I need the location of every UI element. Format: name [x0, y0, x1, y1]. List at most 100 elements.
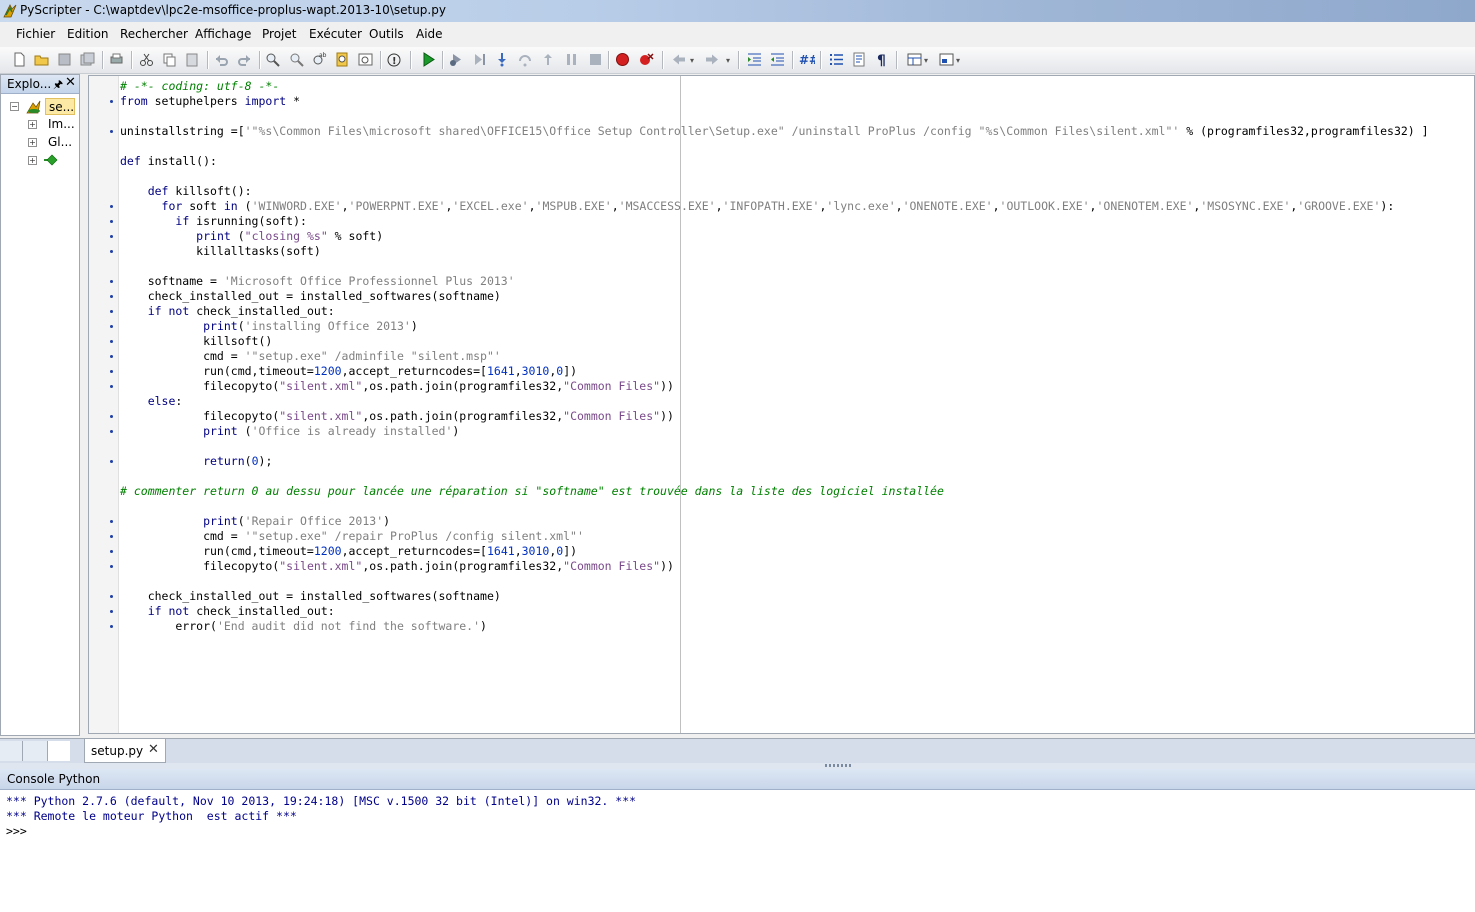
- paste-icon[interactable]: [184, 51, 201, 68]
- code-line[interactable]: def killsoft():: [120, 184, 1429, 199]
- code-line[interactable]: run(cmd,timeout=1200,accept_returncodes=…: [120, 544, 1429, 559]
- code-line[interactable]: print ("closing %s" % soft): [120, 229, 1429, 244]
- save-all-icon[interactable]: [79, 51, 96, 68]
- code-line[interactable]: ​: [120, 139, 1429, 154]
- code-line[interactable]: print('Repair Office 2013'): [120, 514, 1429, 529]
- menu-rechercher[interactable]: Rechercher: [120, 27, 188, 41]
- code-line[interactable]: if not check_installed_out:: [120, 604, 1429, 619]
- view-dropdown-icon[interactable]: ▾: [956, 56, 960, 65]
- line-marker-icon[interactable]: [110, 430, 113, 433]
- tree-item-module[interactable]: se...: [45, 98, 75, 115]
- code-line[interactable]: ​: [120, 469, 1429, 484]
- code-line[interactable]: error('End audit did not find the softwa…: [120, 619, 1429, 634]
- goto-line-icon[interactable]: [357, 51, 374, 68]
- line-marker-icon[interactable]: [110, 235, 113, 238]
- code-line[interactable]: filecopyto("silent.xml",os.path.join(pro…: [120, 559, 1429, 574]
- code-line[interactable]: check_installed_out = installed_software…: [120, 589, 1429, 604]
- menu-aide[interactable]: Aide: [416, 27, 443, 41]
- code-line[interactable]: check_installed_out = installed_software…: [120, 289, 1429, 304]
- line-marker-icon[interactable]: [110, 250, 113, 253]
- find-in-files-icon[interactable]: [334, 51, 351, 68]
- code-line[interactable]: print ('Office is already installed'): [120, 424, 1429, 439]
- tab-files-toggle[interactable]: [23, 741, 48, 761]
- line-marker-icon[interactable]: [110, 565, 113, 568]
- code-line[interactable]: # -*- coding: utf-8 -*-: [120, 79, 1429, 94]
- grip-icon[interactable]: [825, 764, 853, 767]
- layout-dropdown-icon[interactable]: ▾: [924, 56, 928, 65]
- tab-setup-py[interactable]: setup.py ✕: [84, 739, 166, 763]
- code-line[interactable]: filecopyto("silent.xml",os.path.join(pro…: [120, 379, 1429, 394]
- step-into-icon[interactable]: [494, 51, 511, 68]
- line-marker-icon[interactable]: [110, 460, 113, 463]
- line-marker-icon[interactable]: [110, 355, 113, 358]
- code-line[interactable]: else:: [120, 394, 1429, 409]
- line-marker-icon[interactable]: [110, 535, 113, 538]
- line-marker-icon[interactable]: [110, 625, 113, 628]
- line-marker-icon[interactable]: [110, 220, 113, 223]
- debug-icon[interactable]: [448, 51, 465, 68]
- menu-outils[interactable]: Outils: [369, 27, 404, 41]
- run-to-cursor-icon[interactable]: [471, 51, 488, 68]
- line-marker-icon[interactable]: [110, 205, 113, 208]
- code-line[interactable]: # commenter return 0 au dessu pour lancé…: [120, 484, 1429, 499]
- redo-icon[interactable]: [236, 51, 253, 68]
- tab-explorer-toggle[interactable]: [0, 741, 23, 761]
- pause-icon[interactable]: [563, 51, 580, 68]
- pilcrow-icon[interactable]: ¶: [874, 51, 891, 68]
- replace-icon[interactable]: ab: [311, 51, 328, 68]
- cut-icon[interactable]: [138, 51, 155, 68]
- collapse-box-icon[interactable]: −: [10, 102, 19, 111]
- line-marker-icon[interactable]: [110, 520, 113, 523]
- code-line[interactable]: ​: [120, 499, 1429, 514]
- line-marker-icon[interactable]: [110, 385, 113, 388]
- code-line[interactable]: killalltasks(soft): [120, 244, 1429, 259]
- menu-projet[interactable]: Projet: [262, 27, 296, 41]
- console-prompt[interactable]: >>>: [6, 824, 27, 838]
- breakpoint-icon[interactable]: [614, 51, 631, 68]
- syntax-check-icon[interactable]: !: [386, 51, 403, 68]
- pin-icon[interactable]: 🖈: [53, 76, 63, 95]
- code-line[interactable]: ​: [120, 259, 1429, 274]
- line-marker-icon[interactable]: [110, 130, 113, 133]
- tree-item-imports[interactable]: Im...: [48, 117, 75, 131]
- list-icon[interactable]: [828, 51, 845, 68]
- code-line[interactable]: if isrunning(soft):: [120, 214, 1429, 229]
- code-line[interactable]: for soft in ('WINWORD.EXE','POWERPNT.EXE…: [120, 199, 1429, 214]
- new-file-icon[interactable]: [11, 51, 28, 68]
- python-console[interactable]: *** Python 2.7.6 (default, Nov 10 2013, …: [0, 790, 1475, 912]
- step-out-icon[interactable]: [540, 51, 557, 68]
- code-line[interactable]: ​: [120, 109, 1429, 124]
- expand-box-icon[interactable]: +: [28, 156, 37, 165]
- expand-box-icon[interactable]: +: [28, 120, 37, 129]
- save-icon[interactable]: [56, 51, 73, 68]
- code-line[interactable]: print('installing Office 2013'): [120, 319, 1429, 334]
- step-over-icon[interactable]: [517, 51, 534, 68]
- code-line[interactable]: ​: [120, 169, 1429, 184]
- code-line[interactable]: ​: [120, 439, 1429, 454]
- forward-arrow-icon[interactable]: [704, 51, 721, 68]
- stop-icon[interactable]: [587, 51, 604, 68]
- view-icon[interactable]: [938, 51, 955, 68]
- line-marker-icon[interactable]: [110, 295, 113, 298]
- code-text[interactable]: # -*- coding: utf-8 -*- from setuphelpers…: [120, 79, 1429, 634]
- code-line[interactable]: cmd = '"setup.exe" /adminfile "silent.ms…: [120, 349, 1429, 364]
- clear-breakpoints-icon[interactable]: [638, 51, 655, 68]
- code-line[interactable]: killsoft(): [120, 334, 1429, 349]
- code-line[interactable]: ​: [120, 574, 1429, 589]
- line-marker-icon[interactable]: [110, 610, 113, 613]
- find-icon[interactable]: [264, 51, 281, 68]
- line-marker-icon[interactable]: [110, 595, 113, 598]
- code-line[interactable]: if not check_installed_out:: [120, 304, 1429, 319]
- code-line[interactable]: run(cmd,timeout=1200,accept_returncodes=…: [120, 364, 1429, 379]
- open-folder-icon[interactable]: [33, 51, 50, 68]
- code-line[interactable]: uninstallstring =['"%s\Common Files\micr…: [120, 124, 1429, 139]
- undo-icon[interactable]: [213, 51, 230, 68]
- menu-affichage[interactable]: Affichage: [195, 27, 251, 41]
- code-line[interactable]: filecopyto("silent.xml",os.path.join(pro…: [120, 409, 1429, 424]
- layout-icon[interactable]: [906, 51, 923, 68]
- line-marker-icon[interactable]: [110, 340, 113, 343]
- line-marker-icon[interactable]: [110, 370, 113, 373]
- run-icon[interactable]: [420, 51, 437, 68]
- code-line[interactable]: def install():: [120, 154, 1429, 169]
- close-icon[interactable]: ✕: [65, 75, 76, 90]
